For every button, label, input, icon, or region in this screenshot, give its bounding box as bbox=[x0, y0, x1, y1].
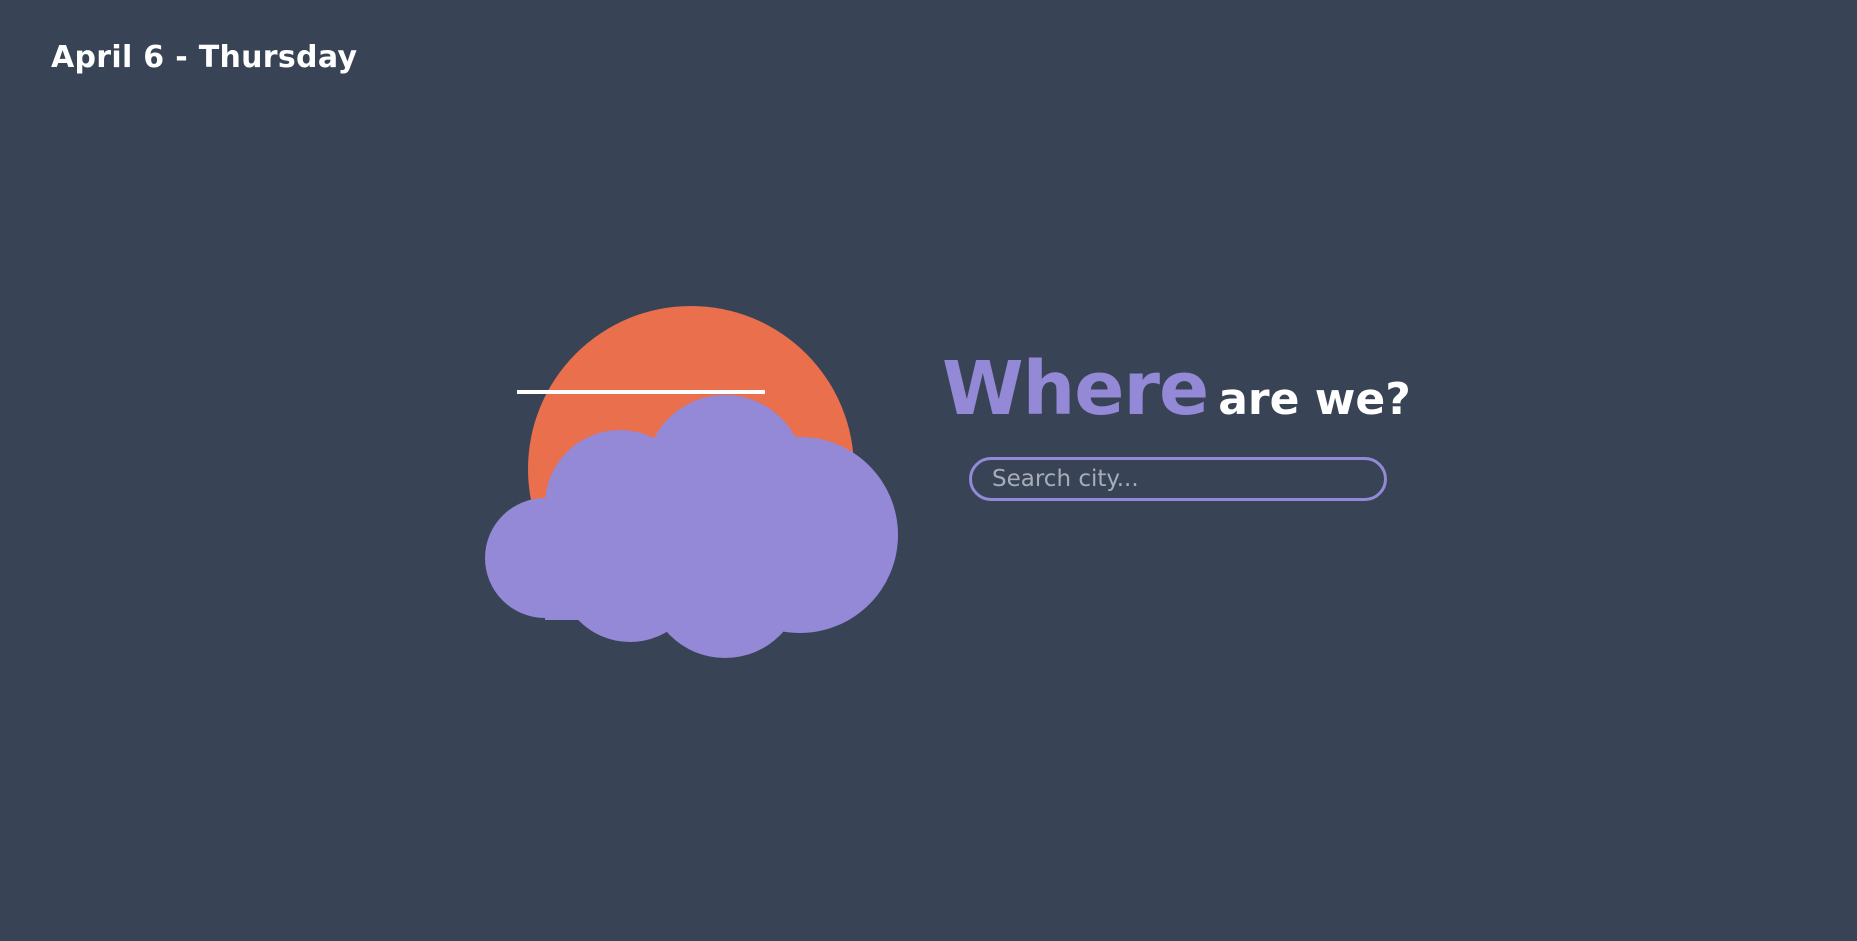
weather-illustration bbox=[480, 300, 900, 670]
sun-behind-cloud-icon bbox=[485, 306, 898, 658]
current-date: April 6 - Thursday bbox=[51, 40, 358, 75]
headline: Where are we? bbox=[942, 352, 1411, 426]
search-field-container bbox=[969, 457, 1387, 501]
search-city-input[interactable] bbox=[972, 460, 1384, 498]
headline-rest: are we? bbox=[1218, 374, 1411, 425]
weather-landing-page: April 6 - Thursday Where are we? bbox=[0, 0, 1857, 941]
headline-accent-word: Where bbox=[942, 346, 1209, 432]
